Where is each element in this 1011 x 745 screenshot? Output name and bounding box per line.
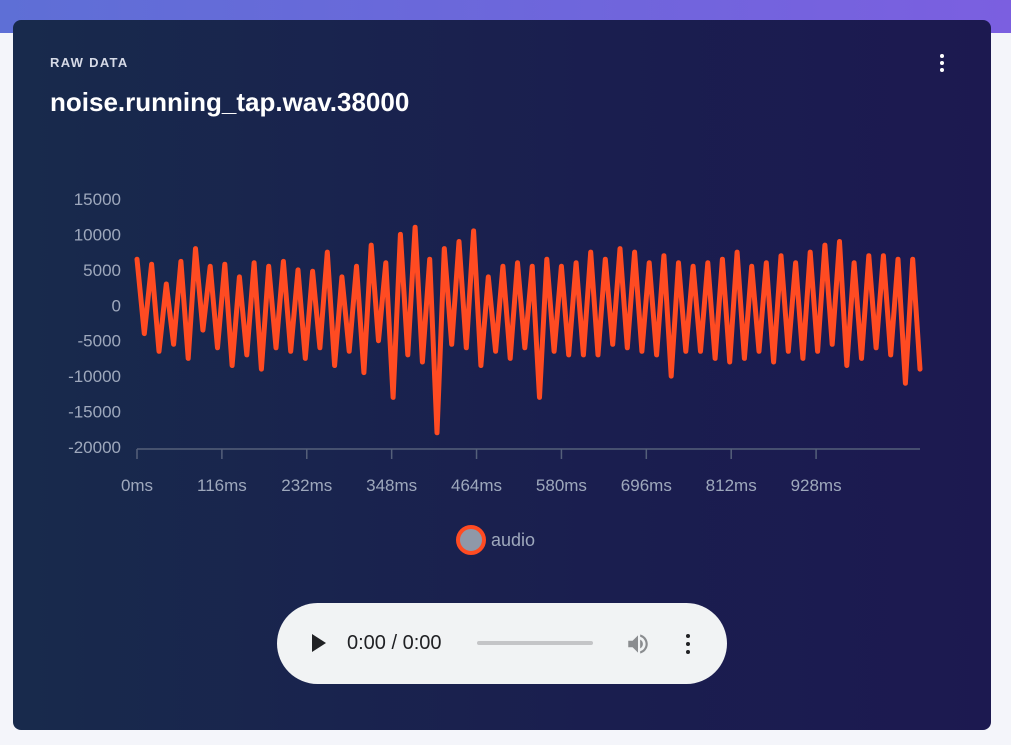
seek-bar[interactable] — [477, 641, 593, 645]
player-menu-icon[interactable] — [682, 633, 694, 655]
y-tick-label: -10000 — [68, 367, 121, 386]
x-tick-label: 464ms — [451, 476, 502, 495]
x-tick-label: 928ms — [791, 476, 842, 495]
x-tick-label: 696ms — [621, 476, 672, 495]
x-tick-label: 116ms — [197, 476, 247, 495]
audio-time: 0:00 / 0:00 — [347, 632, 442, 654]
y-tick-label: -20000 — [68, 438, 121, 457]
play-icon[interactable] — [308, 632, 330, 654]
y-tick-label: 5000 — [83, 261, 121, 280]
x-tick-label: 348ms — [366, 476, 417, 495]
raw-data-card: RAW DATA noise.running_tap.wav.38000 150… — [13, 20, 991, 730]
y-tick-label: -5000 — [78, 332, 121, 351]
x-tick-label: 0ms — [121, 476, 153, 495]
audio-player: 0:00 / 0:00 — [277, 603, 727, 684]
series-line-audio — [134, 224, 923, 436]
legend-marker-audio — [456, 525, 486, 555]
raw-data-chart: 15000 10000 5000 0 -5000 -10000 -15000 -200000m… — [68, 190, 923, 555]
y-tick-label: -15000 — [68, 403, 121, 422]
x-tick-label: 232ms — [281, 476, 332, 495]
y-tick-label: 0 — [112, 296, 121, 315]
volume-icon[interactable] — [625, 631, 651, 657]
x-tick-label: 580ms — [536, 476, 587, 495]
legend-label-audio: audio — [491, 530, 535, 550]
y-tick-label: 10000 — [74, 225, 121, 244]
y-tick-label: 15000 — [74, 190, 121, 209]
x-tick-label: 812ms — [706, 476, 757, 495]
